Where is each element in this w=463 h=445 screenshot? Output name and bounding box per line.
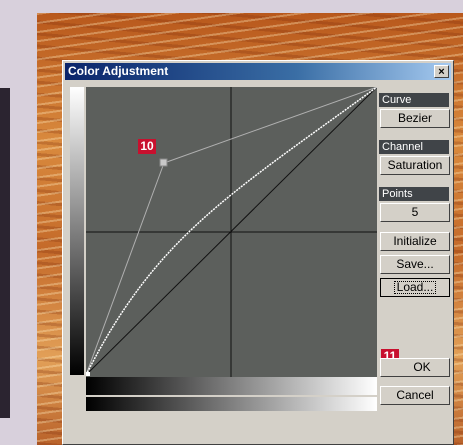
curve-graph[interactable]	[85, 86, 378, 377]
output-gradient-bar	[86, 377, 377, 396]
background-window-edge	[0, 88, 10, 418]
curve-editor[interactable]	[85, 86, 378, 377]
reference-gradient-bar	[86, 397, 377, 411]
control-handle-line	[85, 162, 165, 376]
cancel-button[interactable]: Cancel	[380, 386, 450, 405]
close-icon[interactable]: ×	[434, 65, 449, 78]
ok-button-label: OK	[413, 360, 431, 374]
input-gradient-bar	[70, 87, 84, 375]
dialog-title: Color Adjustment	[68, 64, 169, 78]
channel-button[interactable]: Saturation	[380, 156, 450, 175]
curve-start-point[interactable]	[86, 372, 90, 376]
save-button[interactable]: Save...	[380, 255, 450, 274]
color-adjustment-dialog: Color Adjustment × 10 Curve Bezier Chann…	[62, 60, 454, 445]
control-point-handle[interactable]	[159, 158, 168, 167]
points-label: Points	[379, 187, 449, 201]
load-button[interactable]: Load...	[380, 278, 450, 297]
ok-button[interactable]: OK	[380, 358, 450, 377]
load-button-label: Load...	[393, 281, 437, 294]
dialog-titlebar[interactable]: Color Adjustment ×	[65, 63, 451, 80]
control-handle-line	[163, 86, 378, 164]
annotation-marker-10: 10	[138, 139, 156, 154]
curve-type-button[interactable]: Bezier	[380, 109, 450, 128]
initialize-button[interactable]: Initialize	[380, 232, 450, 251]
curve-label: Curve	[379, 93, 449, 107]
channel-label: Channel	[379, 140, 449, 154]
points-button[interactable]: 5	[380, 203, 450, 222]
